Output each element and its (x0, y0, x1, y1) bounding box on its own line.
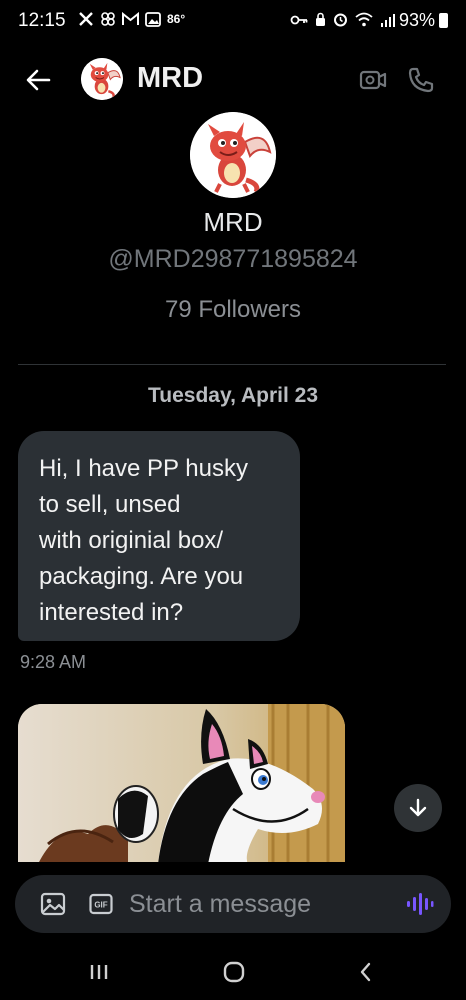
key-icon (290, 15, 308, 24)
back-nav-icon[interactable] (352, 958, 380, 986)
alarm-icon (334, 13, 347, 27)
message-bubble[interactable]: Hi, I have PP husky to sell, unsed with … (18, 431, 300, 641)
system-navigation-bar (0, 944, 466, 1000)
status-bar: 12:15 86° 93% (0, 0, 466, 44)
temperature: 86° (167, 12, 186, 26)
svg-text:GIF: GIF (94, 901, 107, 910)
signal-icon (381, 13, 395, 27)
recent-apps-icon[interactable] (85, 958, 113, 986)
message-timestamp: 9:28 AM (20, 652, 87, 672)
conversation-header: MRD (0, 52, 466, 108)
back-arrow-icon[interactable] (22, 64, 54, 96)
date-separator: Tuesday, April 23 (148, 384, 318, 407)
divider (18, 364, 446, 365)
voice-icon[interactable] (404, 890, 434, 918)
battery-indicator: 93% (399, 10, 448, 31)
profile-avatar[interactable] (190, 112, 276, 198)
slack-icon (101, 12, 115, 26)
followers-count[interactable]: 79 Followers (0, 296, 466, 324)
wifi-icon (355, 12, 373, 27)
arrow-down-icon (409, 798, 427, 817)
scroll-to-bottom-button[interactable] (394, 784, 442, 832)
x-app-icon (79, 12, 93, 26)
gif-icon[interactable]: GIF (89, 892, 113, 916)
image-icon[interactable] (39, 890, 67, 918)
profile-handle[interactable]: @MRD298771895824 (0, 245, 466, 274)
video-icon[interactable] (357, 64, 389, 96)
lock-icon (316, 12, 325, 26)
dragon-avatar-icon (81, 58, 123, 100)
notification-icons: 86° (78, 11, 185, 27)
gmail-icon (122, 12, 139, 25)
husky-inflatable-photo (18, 704, 345, 864)
gallery-icon (145, 11, 161, 27)
message-image[interactable] (18, 704, 345, 864)
message-composer: GIF (15, 875, 451, 933)
status-time: 12:15 (18, 10, 66, 31)
dragon-avatar-icon (190, 112, 276, 198)
system-icons (290, 12, 396, 27)
avatar[interactable] (81, 58, 123, 100)
phone-icon[interactable] (405, 64, 437, 96)
header-name[interactable]: MRD (137, 62, 203, 95)
home-icon[interactable] (220, 958, 248, 986)
message-input[interactable] (129, 883, 389, 925)
battery-icon (439, 13, 448, 28)
profile-name[interactable]: MRD (0, 207, 466, 238)
battery-percent: 93% (398, 10, 435, 30)
